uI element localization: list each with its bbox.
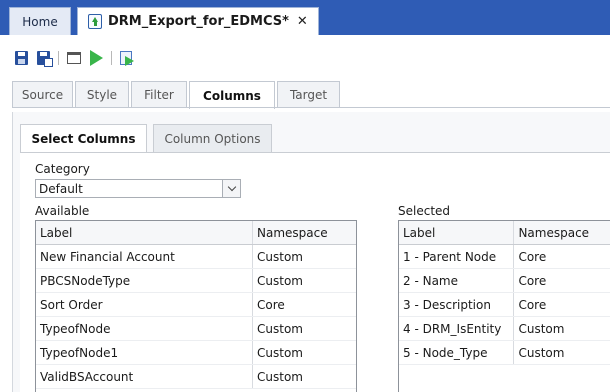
tab-column-options-label: Column Options (164, 131, 261, 146)
export-icon (119, 50, 135, 66)
tabs-divider (12, 107, 610, 108)
save-button[interactable] (12, 49, 30, 67)
run-button[interactable] (87, 49, 105, 67)
tab-target-label: Target (289, 88, 328, 102)
row-label: TypeofNode1 (40, 345, 119, 360)
table-row[interactable]: Sort Order Core (36, 293, 356, 317)
row-namespace: Custom (513, 341, 610, 364)
row-label: 3 - Description (403, 297, 491, 312)
row-label: PBCSNodeType (40, 273, 131, 288)
tab-target[interactable]: Target (277, 81, 340, 108)
toolbar-divider (58, 51, 59, 65)
tab-select-columns[interactable]: Select Columns (20, 124, 147, 153)
tab-filter[interactable]: Filter (131, 81, 187, 108)
table-row[interactable]: 3 - Description Core (399, 293, 610, 317)
table-row[interactable]: 2 - Name Core (399, 269, 610, 293)
selected-columns-grid: Label Namespace 1 - Parent Node Core 2 -… (398, 220, 610, 392)
export-document-icon (88, 14, 102, 29)
table-row[interactable]: TypeofNode1 Custom (36, 341, 356, 365)
column-header-namespace[interactable]: Namespace (513, 221, 610, 244)
tab-column-options[interactable]: Column Options (153, 124, 272, 152)
row-label: 2 - Name (403, 273, 458, 288)
tab-home-label: Home (22, 14, 58, 29)
column-header-label[interactable]: Label (399, 221, 513, 244)
row-label: 5 - Node_Type (403, 345, 488, 360)
section-tabs: Source Style Filter Columns Target (12, 81, 342, 109)
table-row[interactable]: 1 - Parent Node Core (399, 245, 610, 269)
tab-columns-label: Columns (203, 88, 261, 103)
tab-source-label: Source (21, 88, 64, 102)
category-select-value: Default (39, 182, 83, 196)
row-namespace: Core (252, 293, 356, 316)
save-as-button[interactable] (34, 49, 53, 67)
table-row[interactable]: 5 - Node_Type Custom (399, 341, 610, 365)
row-label: 4 - DRM_IsEntity (403, 321, 502, 336)
close-icon[interactable]: ✕ (297, 14, 308, 29)
table-row[interactable]: TypeofNode Custom (36, 317, 356, 341)
row-label: 1 - Parent Node (403, 249, 497, 264)
table-row[interactable]: ValidBSAccount Custom (36, 365, 356, 389)
row-namespace: Custom (252, 245, 356, 268)
column-sub-tabs: Select Columns Column Options (20, 124, 278, 153)
tab-select-columns-label: Select Columns (31, 132, 136, 146)
column-header-namespace[interactable]: Namespace (252, 221, 356, 244)
category-label: Category (35, 162, 90, 176)
toolbar (12, 47, 140, 69)
available-label: Available (35, 204, 90, 218)
tab-style-label: Style (86, 88, 118, 102)
chevron-down-icon (227, 182, 236, 192)
category-select[interactable]: Default (35, 179, 241, 198)
tab-drm-export-label: DRM_Export_for_EDMCS* (108, 14, 289, 29)
row-label: TypeofNode (40, 321, 111, 336)
row-namespace: Custom (513, 317, 610, 340)
window-button[interactable] (65, 49, 83, 67)
table-row[interactable]: PBCSNodeType Custom (36, 269, 356, 293)
row-label: ValidBSAccount (40, 369, 134, 384)
row-namespace: Custom (252, 341, 356, 364)
document-tab-bar: Home DRM_Export_for_EDMCS* ✕ (0, 0, 610, 35)
tab-home[interactable]: Home (9, 7, 71, 35)
window-icon (67, 52, 81, 64)
grid-header: Label Namespace (36, 221, 356, 245)
table-row[interactable]: New Financial Account Custom (36, 245, 356, 269)
row-namespace: Core (513, 245, 610, 268)
row-namespace: Custom (252, 317, 356, 340)
tab-columns[interactable]: Columns (189, 81, 275, 109)
column-header-label[interactable]: Label (36, 221, 252, 244)
available-columns-grid: Label Namespace New Financial Account Cu… (35, 220, 357, 392)
tab-filter-label: Filter (144, 88, 174, 102)
selected-label: Selected (398, 204, 451, 218)
row-namespace: Core (513, 293, 610, 316)
toolbar-divider (111, 51, 112, 65)
save-as-icon (36, 51, 53, 67)
row-label: Sort Order (40, 297, 103, 312)
row-label: New Financial Account (40, 249, 175, 264)
tab-style[interactable]: Style (75, 81, 129, 108)
tab-source[interactable]: Source (12, 81, 73, 108)
table-row[interactable]: 4 - DRM_IsEntity Custom (399, 317, 610, 341)
tab-drm-export[interactable]: DRM_Export_for_EDMCS* ✕ (77, 7, 319, 35)
grid-header: Label Namespace (399, 221, 610, 245)
row-namespace: Custom (252, 269, 356, 292)
run-icon (89, 50, 103, 66)
save-icon (14, 51, 28, 65)
export-button[interactable] (118, 49, 136, 67)
row-namespace: Core (513, 269, 610, 292)
category-dropdown-button[interactable] (222, 180, 240, 197)
row-namespace: Custom (252, 365, 356, 388)
